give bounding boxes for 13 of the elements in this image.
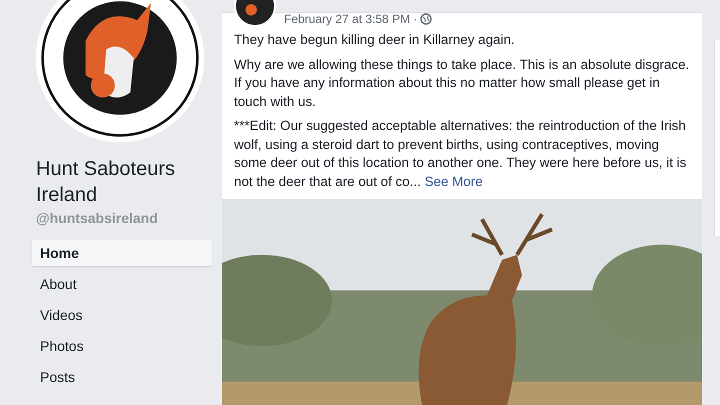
globe-icon (420, 13, 432, 25)
nav-item[interactable]: Videos (32, 302, 212, 328)
post-text: Why are we allowing these things to take place. This is an absolute disgrace. If you have any information about this no matter how small please get in touch with us. (234, 56, 690, 110)
nav-item[interactable]: Home (32, 240, 212, 266)
post-text: ***Edit: Our suggested acceptable alternatives: the reintroduction of the Irish wolf, using a steroid dart to prevent births, using contraceptives, moving some deer out of this location to another one. They were here before us, it is not the deer that are out of co... See More (234, 117, 688, 190)
see-more-link[interactable]: See More (424, 174, 483, 188)
nav-item[interactable]: Photos (32, 333, 212, 359)
post-text: They have begun killing deer in Killarney again. (234, 31, 516, 49)
post-timestamp[interactable]: February 27 at 3:58 PM · (284, 10, 418, 28)
page-handle: @huntsabsireland (36, 210, 159, 226)
page-name: Hunt Saboteurs Ireland (36, 157, 176, 208)
nav-item[interactable]: About (32, 271, 212, 297)
nav-item[interactable]: Posts (32, 364, 212, 390)
